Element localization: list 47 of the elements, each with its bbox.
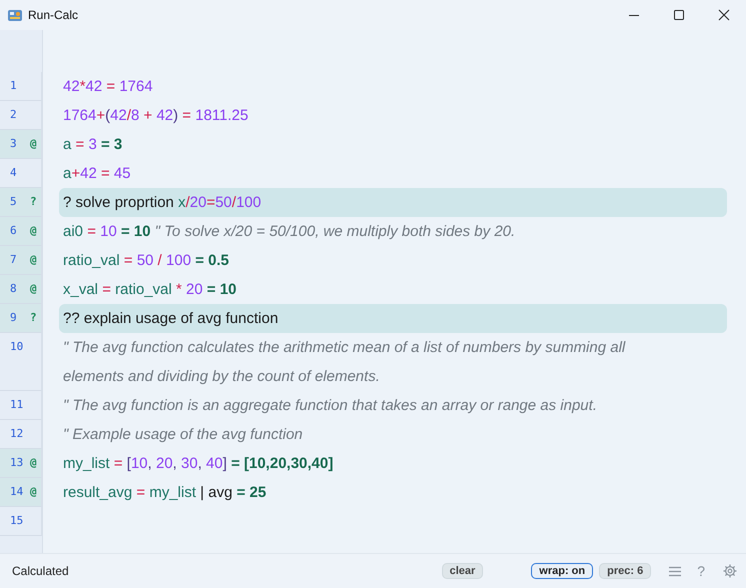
- line-number: 5: [10, 195, 18, 208]
- code-line: " The avg function is an aggregate function that takes an array or range as input.: [63, 396, 598, 416]
- line-number: 3: [10, 137, 18, 150]
- question-line: ?? explain usage of avg function: [63, 309, 280, 329]
- line-number: 6: [10, 224, 18, 237]
- code-line: " The avg function calculates the arithmetic mean of a list of numbers by summing all elements and dividing by the count of elements.: [63, 338, 626, 387]
- line-number: 2: [10, 108, 18, 121]
- line-number: 4: [10, 166, 18, 179]
- code-line: a = 3 = 3: [63, 135, 124, 155]
- toggle-button[interactable]: prec: 6: [599, 563, 652, 579]
- code-line: 42*42 = 1764: [63, 77, 154, 97]
- line-marker: @: [30, 456, 37, 469]
- menu-icon[interactable]: [669, 566, 682, 576]
- question-line: ? solve proprtion x/20=50/100: [63, 193, 262, 213]
- line-marker: ?: [30, 195, 37, 208]
- line-number: 8: [10, 282, 18, 295]
- clear-button[interactable]: clear: [442, 563, 484, 579]
- line-number: 7: [10, 253, 18, 266]
- settings-icon[interactable]: [723, 564, 737, 578]
- code-line: ai0 = 10 = 10 " To solve x/20 = 50/100, we multiply both sides by 20.: [63, 222, 516, 242]
- line-number: 12: [10, 427, 24, 440]
- line-number: 10: [10, 340, 24, 353]
- code-line: 1764+(42/8 + 42) = 1811.25: [63, 106, 250, 126]
- close-icon[interactable]: [718, 9, 730, 21]
- code-line: my_list = [10, 20, 30, 40] = [10,20,30,40]: [63, 454, 334, 474]
- line-marker: @: [30, 137, 37, 150]
- line-marker: @: [30, 253, 37, 266]
- window-title: Run-Calc: [28, 8, 78, 22]
- line-number: 15: [10, 514, 24, 527]
- code-line: x_val = ratio_val * 20 = 10: [63, 280, 238, 300]
- line-marker: @: [30, 224, 37, 237]
- app-icon: [7, 7, 23, 23]
- line-number: 14: [10, 485, 24, 498]
- status-text: Calculated: [12, 564, 69, 578]
- code-line: " Example usage of the avg function: [63, 425, 304, 445]
- line-number: 11: [10, 398, 24, 411]
- line-number: 1: [10, 79, 18, 92]
- line-marker: @: [30, 282, 37, 295]
- code-line: result_avg = my_list | avg = 25: [63, 483, 268, 503]
- toggle-button[interactable]: wrap: on: [531, 563, 594, 579]
- code-line: ratio_val = 50 / 100 = 0.5: [63, 251, 230, 271]
- code-line: a+42 = 45: [63, 164, 132, 184]
- line-marker: ?: [30, 311, 37, 324]
- line-marker: @: [30, 485, 37, 498]
- maximize-icon[interactable]: [673, 9, 685, 21]
- line-number: 13: [10, 456, 24, 469]
- line-number: 9: [10, 311, 18, 324]
